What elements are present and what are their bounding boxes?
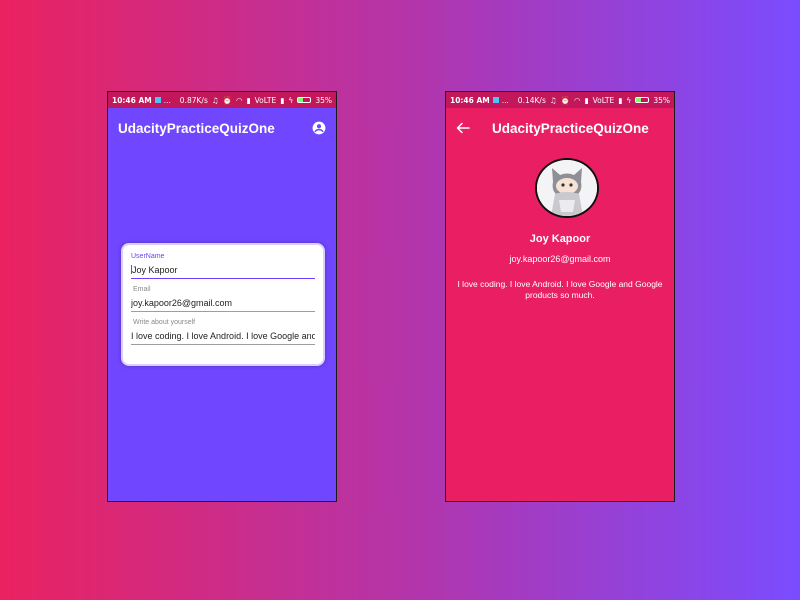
profile-email: joy.kapoor26@gmail.com xyxy=(509,254,611,264)
about-field[interactable]: Write about yourself I love coding. I lo… xyxy=(131,319,315,345)
avatar xyxy=(535,158,599,218)
status-dots: ... xyxy=(501,95,509,105)
charging-icon: ϟ xyxy=(626,95,632,105)
phone-screen-profile: 10:46 AM ... 0.14K/s ♫ ⏰ ◠ ▮ VoLTE ▮ ϟ 3… xyxy=(445,91,675,502)
profile-form-card: UserName Joy Kapoor Email joy.kapoor26@g… xyxy=(121,243,325,366)
username-input[interactable]: Joy Kapoor xyxy=(131,265,315,279)
network-type: VoLTE xyxy=(592,95,615,105)
network-type: VoLTE xyxy=(254,95,277,105)
alarm-icon: ⏰ xyxy=(560,95,570,105)
app-title: UdacityPracticeQuizOne xyxy=(492,120,649,136)
phone-screen-edit: 10:46 AM ... 0.87K/s ♫ ⏰ ◠ ▮ VoLTE ▮ ϟ 3… xyxy=(107,91,337,502)
username-label: UserName xyxy=(131,253,165,260)
signal-icon: ▮ xyxy=(584,95,589,105)
notification-icon xyxy=(492,97,499,103)
status-bar: 10:46 AM ... 0.87K/s ♫ ⏰ ◠ ▮ VoLTE ▮ ϟ 3… xyxy=(108,92,336,108)
status-time: 10:46 AM xyxy=(450,95,490,105)
app-bar: UdacityPracticeQuizOne xyxy=(446,108,674,148)
octocat-avatar-icon xyxy=(537,160,597,216)
headphones-icon: ♫ xyxy=(211,95,219,105)
email-input[interactable]: joy.kapoor26@gmail.com xyxy=(131,298,315,312)
network-speed: 0.87K/s xyxy=(179,95,208,105)
status-dots: ... xyxy=(163,95,171,105)
battery-percent: 35% xyxy=(315,95,332,105)
account-circle-icon[interactable] xyxy=(312,121,326,135)
charging-icon: ϟ xyxy=(288,95,294,105)
battery-icon xyxy=(297,97,312,103)
app-title: UdacityPracticeQuizOne xyxy=(118,120,275,136)
battery-percent: 35% xyxy=(653,95,670,105)
headphones-icon: ♫ xyxy=(549,95,557,105)
email-field[interactable]: Email joy.kapoor26@gmail.com xyxy=(131,286,315,312)
battery-icon xyxy=(635,97,650,103)
wifi-icon: ◠ xyxy=(235,95,243,105)
status-time: 10:46 AM xyxy=(112,95,152,105)
profile-about: I love coding. I love Android. I love Go… xyxy=(457,279,663,300)
notification-icon xyxy=(154,97,161,103)
about-label: Write about yourself xyxy=(133,319,196,326)
signal-icon-2: ▮ xyxy=(280,95,285,105)
signal-icon-2: ▮ xyxy=(618,95,623,105)
status-bar: 10:46 AM ... 0.14K/s ♫ ⏰ ◠ ▮ VoLTE ▮ ϟ 3… xyxy=(446,92,674,108)
network-speed: 0.14K/s xyxy=(517,95,546,105)
email-label: Email xyxy=(133,286,151,293)
alarm-icon: ⏰ xyxy=(222,95,232,105)
username-field[interactable]: UserName Joy Kapoor xyxy=(131,253,315,279)
about-input[interactable]: I love coding. I love Android. I love Go… xyxy=(131,331,315,345)
app-bar: UdacityPracticeQuizOne xyxy=(108,108,336,148)
wifi-icon: ◠ xyxy=(573,95,581,105)
back-arrow-icon[interactable] xyxy=(456,122,474,134)
signal-icon: ▮ xyxy=(246,95,251,105)
profile-name: Joy Kapoor xyxy=(529,233,591,245)
